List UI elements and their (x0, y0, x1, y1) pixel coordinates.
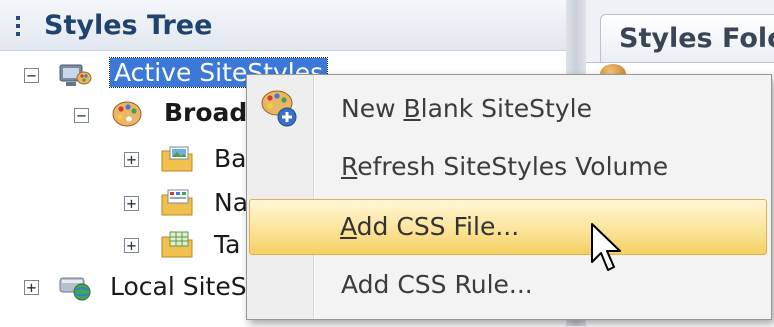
tree-item-label[interactable]: Local SiteS (110, 272, 247, 301)
tree-item-label[interactable]: Broad (164, 98, 247, 127)
tab-label: Styles Folc (619, 23, 774, 54)
expand-toggle[interactable]: + (24, 280, 39, 296)
drive-globe-icon (59, 277, 91, 301)
expand-toggle[interactable]: + (124, 238, 139, 254)
new-sitestyle-icon (261, 90, 297, 127)
tree-item-label[interactable]: Ta (214, 230, 240, 259)
styles-tree-header: Styles Tree (0, 0, 566, 51)
mouse-pointer-icon (591, 223, 621, 271)
menu-item-new-blank-sitestyle[interactable]: New Blank SiteStyle (249, 81, 767, 137)
folder-image-icon (161, 146, 193, 172)
panel-title: Styles Tree (44, 10, 213, 41)
context-menu: New Blank SiteStyle Refresh SiteStyles V… (246, 74, 772, 320)
tree-item-label[interactable]: Na (214, 188, 248, 217)
computer-palette-icon (59, 64, 92, 86)
collapse-toggle[interactable]: − (24, 68, 39, 84)
collapse-toggle[interactable]: − (74, 108, 89, 124)
folder-grid-icon (161, 189, 193, 216)
menu-item-label: Add CSS File... (340, 212, 520, 241)
menu-item-label: Add CSS Rule... (341, 270, 533, 299)
tree-item-label[interactable]: Ba (214, 144, 246, 173)
menu-item-label: New Blank SiteStyle (341, 94, 592, 123)
tab-styles-folder[interactable]: Styles Folc (600, 14, 774, 63)
expand-toggle[interactable]: + (124, 152, 139, 168)
drag-grip-icon[interactable] (16, 16, 20, 40)
palette-icon (112, 101, 142, 127)
menu-item-refresh-sitestyles-volume[interactable]: Refresh SiteStyles Volume (249, 139, 767, 195)
folder-table-icon (161, 231, 193, 258)
menu-item-add-css-rule[interactable]: Add CSS Rule... (249, 257, 767, 313)
menu-item-add-css-file[interactable]: Add CSS File... (249, 199, 767, 255)
menu-item-label: Refresh SiteStyles Volume (341, 152, 669, 181)
expand-toggle[interactable]: + (124, 196, 139, 212)
